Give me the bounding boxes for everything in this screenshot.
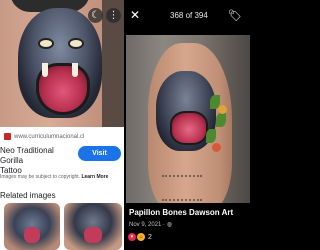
learn-more-link[interactable]: Learn More: [81, 174, 108, 180]
copyright-notice: Images may be subject to copyright. Lear…: [0, 174, 124, 180]
leaf-decoration: [206, 129, 216, 143]
gorilla-eye: [38, 38, 54, 49]
source-row[interactable]: www.curriculumnacional.cl: [4, 133, 84, 140]
image-title[interactable]: Neo Traditional Gorilla Tattoo: [0, 146, 72, 176]
related-images-heading: Related images: [0, 191, 56, 200]
reaction-count: 2: [148, 233, 152, 241]
reactions-row[interactable]: ♥ ☺ 2: [128, 233, 152, 241]
related-image-thumb[interactable]: [64, 203, 122, 250]
viewer-topbar: ✕ 368 of 394 🏷: [126, 0, 250, 30]
globe-icon: · ◍: [163, 222, 172, 228]
heart-reaction-icon: ♥: [128, 233, 136, 241]
flower-decoration: [212, 143, 221, 152]
image-result-panel: ☾ ⋮ www.curriculumnacional.cl Neo Tradit…: [0, 0, 124, 250]
thumb-detail: [23, 226, 41, 243]
moon-icon[interactable]: ☾: [88, 8, 103, 23]
related-image-thumb[interactable]: [4, 203, 60, 250]
gorilla-fang: [72, 63, 78, 77]
source-domain[interactable]: www.curriculumnacional.cl: [14, 134, 84, 140]
thumb-detail: [84, 226, 102, 243]
photo-counter: 368 of 394: [170, 11, 208, 20]
post-author-title[interactable]: Papillon Bones Dawson Art: [129, 208, 233, 217]
site-favicon: [4, 133, 11, 140]
gorilla-tattoo: [18, 8, 102, 118]
leg-tattoo-photo[interactable]: [126, 35, 250, 203]
close-icon[interactable]: ✕: [130, 8, 140, 22]
knee-tattoo: [162, 175, 202, 201]
tag-icon[interactable]: 🏷: [228, 9, 242, 22]
gorilla-tattoo-photo[interactable]: [0, 0, 124, 127]
flower-decoration: [218, 105, 227, 114]
leaf-decoration: [216, 113, 226, 127]
gorilla-eye: [68, 38, 84, 49]
copyright-text: Images may be subject to copyright.: [0, 174, 81, 180]
more-vertical-icon[interactable]: ⋮: [106, 8, 121, 23]
post-date[interactable]: Nov 9, 2021: [129, 222, 161, 228]
gorilla-mouth: [170, 111, 208, 145]
gorilla-fang: [42, 63, 48, 77]
care-reaction-icon: ☺: [137, 233, 145, 241]
photo-viewer-panel: ✕ 368 of 394 🏷 Papillon Bones Dawson Art…: [126, 0, 250, 250]
visit-button[interactable]: Visit: [78, 146, 121, 161]
post-date-row: Nov 9, 2021 · ◍: [129, 221, 172, 228]
